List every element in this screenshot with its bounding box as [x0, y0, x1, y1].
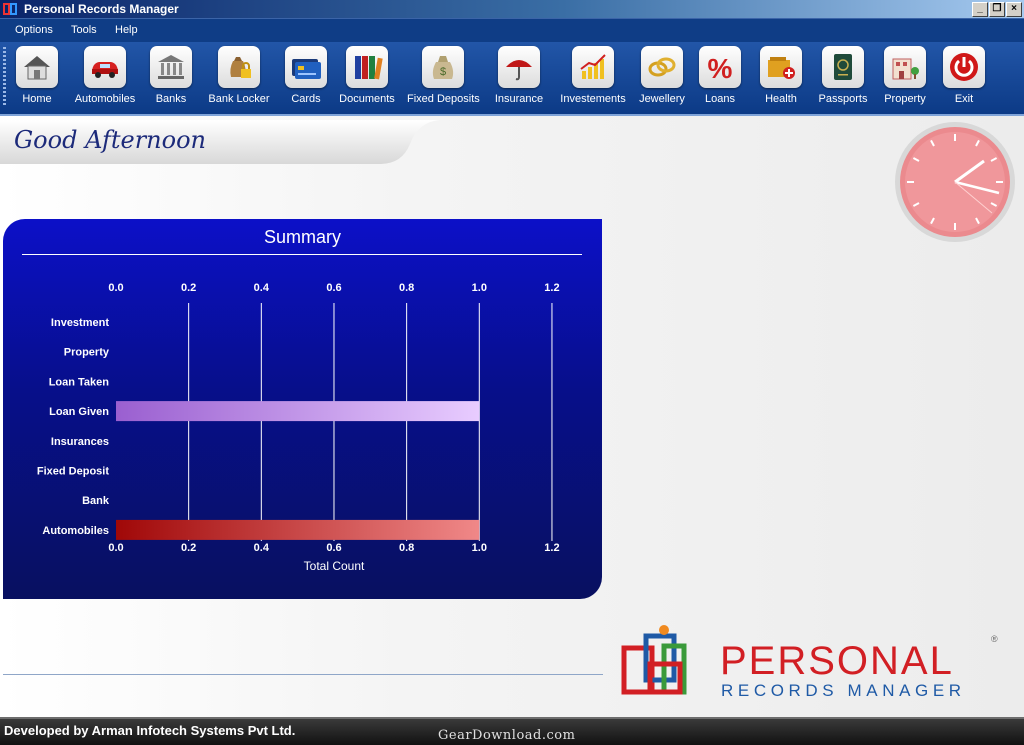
- window-title: Personal Records Manager: [24, 2, 179, 16]
- svg-text:%: %: [708, 53, 733, 83]
- y-category-label: Bank: [82, 495, 110, 507]
- dashboard-area: Good Afternoon Summary 0.0 0.0 0.2 0.2 0.4 0.…: [0, 116, 1024, 717]
- watermark: GearDownload.com: [438, 728, 576, 743]
- y-category-label: Property: [64, 347, 110, 359]
- y-category-label: Loan Taken: [49, 376, 110, 388]
- x-tick-label-top: 0.2: [181, 282, 196, 294]
- toolbar: Home Automobiles Banks Bank Locker Cards…: [0, 42, 1024, 116]
- x-tick-label-top: 0.0: [108, 282, 123, 294]
- x-tick-label: 0.4: [254, 542, 270, 554]
- toolbar-grip[interactable]: [3, 47, 6, 107]
- clock: [895, 122, 1015, 242]
- x-tick-label-top: 1.0: [472, 282, 487, 294]
- toolbar-loans-button[interactable]: % Loans: [699, 46, 741, 110]
- menu-tools[interactable]: Tools: [71, 24, 97, 36]
- svg-text:®: ®: [991, 634, 998, 644]
- y-category-label: Loan Given: [49, 406, 109, 418]
- status-bar: Developed by Arman Infotech Systems Pvt …: [0, 717, 1024, 745]
- toolbar-bank-locker-button[interactable]: Bank Locker: [208, 46, 270, 110]
- x-tick-label: 0.6: [326, 542, 341, 554]
- percent-icon: %: [708, 53, 733, 83]
- close-button[interactable]: ×: [1006, 2, 1022, 17]
- y-category-label: Insurances: [51, 436, 109, 448]
- card-icon: [292, 59, 321, 79]
- svg-text:PERSONAL: PERSONAL: [720, 639, 954, 683]
- app-icon: [3, 3, 17, 15]
- power-icon: [950, 53, 978, 81]
- menu-help[interactable]: Help: [115, 24, 138, 36]
- bank-icon: [158, 55, 184, 79]
- umbrella-icon: [506, 60, 532, 81]
- x-axis-label: Total Count: [304, 559, 365, 573]
- greeting-text: Good Afternoon: [14, 126, 206, 154]
- footer-divider: [3, 674, 603, 675]
- toolbar-fixed-deposits-button[interactable]: $ Fixed Deposits: [407, 46, 480, 110]
- y-category-label: Fixed Deposit: [37, 466, 109, 478]
- toolbar-passports-button[interactable]: Passports: [818, 46, 868, 110]
- brand-logo: PERSONAL RECORDS MANAGER ®: [621, 625, 998, 699]
- y-category-label: Investment: [51, 317, 109, 329]
- toolbar-documents-button[interactable]: Documents: [339, 46, 395, 110]
- home-icon: [24, 56, 50, 80]
- y-category-label: Automobiles: [42, 525, 109, 537]
- developer-credit: Developed by Arman Infotech Systems Pvt …: [4, 723, 296, 738]
- car-icon: [92, 62, 118, 78]
- documents-icon: [355, 56, 383, 80]
- toolbar-jewellery-button[interactable]: Jewellery: [639, 46, 685, 110]
- menu-bar: Options Tools Help: [0, 18, 1024, 43]
- x-tick-label-top: 0.4: [254, 282, 270, 294]
- x-tick-label: 0.8: [399, 542, 414, 554]
- title-bar: Personal Records Manager _ ❐ ×: [0, 0, 1024, 18]
- toolbar-investements-button[interactable]: Investements: [559, 46, 627, 110]
- x-tick-label: 1.0: [472, 542, 487, 554]
- toolbar-exit-button[interactable]: Exit: [942, 46, 986, 110]
- toolbar-health-button[interactable]: Health: [759, 46, 803, 110]
- bar-automobiles: [116, 519, 480, 540]
- x-tick-label-top: 1.2: [544, 282, 559, 294]
- svg-text:$: $: [440, 66, 446, 78]
- x-tick-label: 0.2: [181, 542, 196, 554]
- x-tick-label-top: 0.6: [326, 282, 341, 294]
- menu-options[interactable]: Options: [15, 24, 53, 36]
- toolbar-automobiles-button[interactable]: Automobiles: [74, 46, 136, 110]
- x-tick-label: 0.0: [108, 542, 123, 554]
- rings-icon: [648, 57, 676, 77]
- summary-chart-panel: Summary 0.0 0.0 0.2 0.2 0.4 0.4 0.6 0.6 0.8 0.8 1.…: [3, 219, 602, 599]
- minimize-button[interactable]: _: [972, 2, 988, 17]
- money-bag-icon: $: [432, 56, 454, 79]
- house-icon: [892, 58, 919, 80]
- toolbar-cards-button[interactable]: Cards: [284, 46, 328, 110]
- growth-chart-icon: [580, 54, 606, 79]
- health-icon: [768, 57, 795, 79]
- summary-bar-chart: 0.0 0.0 0.2 0.2 0.4 0.4 0.6 0.6 0.8 0.8 1.0 1.0 1.2 1…: [37, 282, 560, 573]
- toolbar-home-button[interactable]: Home: [14, 46, 60, 110]
- x-tick-label: 1.2: [544, 542, 559, 554]
- toolbar-banks-button[interactable]: Banks: [149, 46, 193, 110]
- passport-icon: [834, 54, 852, 80]
- svg-text:RECORDS MANAGER: RECORDS MANAGER: [721, 681, 966, 699]
- toolbar-property-button[interactable]: Property: [881, 46, 929, 110]
- toolbar-insurance-button[interactable]: Insurance: [494, 46, 544, 110]
- bar-loan-given: [116, 401, 480, 422]
- x-tick-label-top: 0.8: [399, 282, 414, 294]
- locker-icon: [230, 57, 251, 78]
- maximize-button[interactable]: ❐: [989, 2, 1005, 17]
